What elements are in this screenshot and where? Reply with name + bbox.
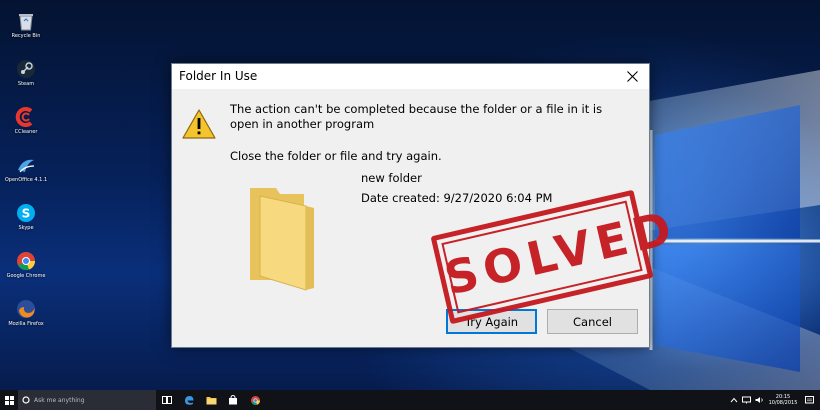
error-message: The action can't be completed because th… [230,102,603,131]
chevron-up-icon[interactable] [730,397,738,403]
firefox-icon [17,300,35,318]
desktop-icon-label: Steam [17,81,35,87]
desktop-icons: Recycle Bin Steam CCleaner OpenOffice 4.… [2,6,50,342]
desktop-icon-skype[interactable]: S Skype [2,202,50,246]
skype-icon: S [17,204,35,222]
task-view-icon [162,396,172,404]
dialog-titlebar[interactable]: Folder In Use [172,64,649,89]
desktop-icon-ccleaner[interactable]: CCleaner [2,106,50,150]
folder-date-created: Date created: 9/27/2020 6:04 PM [361,191,553,205]
desktop-icon-chrome[interactable]: Google Chrome [2,250,50,294]
desktop-icon-label: Skype [18,225,34,231]
svg-text:S: S [22,207,31,221]
cancel-button[interactable]: Cancel [547,309,638,334]
file-explorer-icon [206,396,216,404]
chrome-icon [17,252,36,271]
folder-name: new folder [361,171,422,185]
taskbar-store[interactable] [222,390,244,410]
dialog-title: Folder In Use [179,69,258,83]
warning-icon [182,109,216,139]
chrome-icon [250,395,260,405]
taskbar-file-explorer[interactable] [200,390,222,410]
desktop-icon-label: Mozilla Firefox [8,321,44,327]
cortana-icon [22,396,30,404]
start-button[interactable] [0,390,18,410]
cortana-search-box[interactable]: Ask me anything [18,390,156,410]
instruction-text: Close the folder or file and try again. [230,149,442,163]
action-center-button[interactable] [802,390,816,410]
system-tray: 20:15 10/08/2015 [730,390,820,410]
clock-date: 10/08/2015 [768,400,798,406]
folder-icon [250,188,314,291]
close-button[interactable] [615,64,649,89]
task-view-button[interactable] [156,390,178,410]
desktop-icon-steam[interactable]: Steam [2,58,50,102]
taskbar: Ask me anything 20:15 10/08/2015 [0,390,820,410]
desktop-icon-firefox[interactable]: Mozilla Firefox [2,298,50,342]
desktop-icon-recycle-bin[interactable]: Recycle Bin [2,10,50,54]
windows-logo-icon [4,395,14,405]
search-placeholder: Ask me anything [34,396,85,404]
taskbar-edge[interactable] [178,390,200,410]
desktop-icon-label: OpenOffice 4.1.1 [4,177,48,183]
store-icon [229,395,237,405]
desktop-icon-label: Recycle Bin [11,33,41,39]
recycle-bin-icon [19,14,33,31]
steam-icon [17,60,35,78]
taskbar-chrome[interactable] [244,390,266,410]
openoffice-icon [18,159,35,173]
network-icon[interactable] [742,396,751,404]
ccleaner-icon [15,107,33,127]
desktop-icon-openoffice[interactable]: OpenOffice 4.1.1 [2,154,50,198]
close-icon [626,71,638,82]
desktop-icon-label: Google Chrome [6,273,46,279]
notification-icon [804,395,814,403]
desktop-icon-label: CCleaner [14,129,38,135]
volume-icon[interactable] [755,396,764,404]
edge-icon [185,396,194,405]
taskbar-clock[interactable]: 20:15 10/08/2015 [768,394,798,406]
